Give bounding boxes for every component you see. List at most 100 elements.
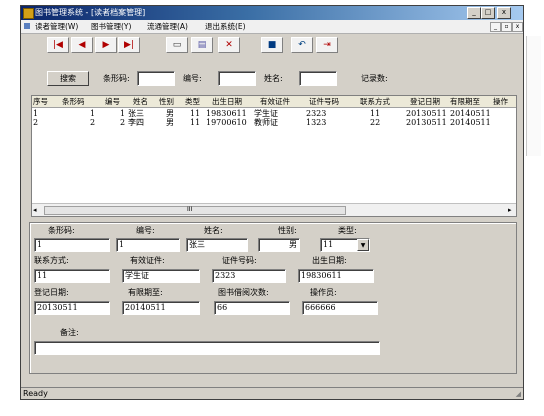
contact-field[interactable]: 11 <box>34 269 110 283</box>
cell-reg-date: 20130511 <box>406 109 447 118</box>
valid-until-field[interactable]: 20140511 <box>122 301 200 315</box>
search-button[interactable]: 搜索 <box>47 71 89 86</box>
type-select-value: 11 <box>323 240 334 249</box>
col-birth[interactable]: 出生日期 <box>212 96 242 107</box>
cell-type: 11 <box>190 118 201 127</box>
toolbar: |◀ ◀ ▶ ▶| ▭ ▤ ✕ ■ ↶ ⇥ <box>21 34 523 56</box>
barcode-label: 条形码: <box>48 226 75 235</box>
borrow-count-field[interactable]: 66 <box>214 301 290 315</box>
col-gender[interactable]: 性别 <box>159 96 174 107</box>
mdi-restore-icon[interactable]: ▫ <box>501 22 512 32</box>
col-number[interactable]: 编号 <box>105 96 120 107</box>
cell-cert-no: 2323 <box>306 109 327 118</box>
last-record-icon[interactable]: ▶| <box>118 37 140 53</box>
gender-label: 性别: <box>278 226 297 235</box>
cell-seq: 2 <box>33 118 39 127</box>
cert-no-field[interactable]: 2323 <box>212 269 286 283</box>
reg-date-label: 登记日期: <box>34 288 69 297</box>
search-barcode-label: 条形码: <box>103 74 130 83</box>
close-icon[interactable]: x <box>497 7 511 19</box>
cell-birth: 19700610 <box>206 118 247 127</box>
edit-icon[interactable]: ▤ <box>191 37 213 53</box>
resize-grip-icon[interactable]: ◢ <box>516 388 521 400</box>
col-seq[interactable]: 序号 <box>33 96 48 107</box>
operator-field[interactable]: 666666 <box>302 301 378 315</box>
cell-name: 张三 <box>128 109 144 118</box>
cert-field[interactable]: 学生证 <box>122 269 200 283</box>
col-cert[interactable]: 有效证件 <box>260 96 290 107</box>
cert-label: 有效证件: <box>130 256 165 265</box>
remark-label: 备注: <box>60 328 79 337</box>
operator-label: 操作员: <box>310 288 337 297</box>
save-icon[interactable]: ■ <box>261 37 283 53</box>
menu-bar: 读者管理(W) 图书管理(Y) 流通管理(A) 退出系统(E) _ ▫ x <box>21 20 523 34</box>
horizontal-scrollbar[interactable]: ◂ III ▸ <box>32 203 516 216</box>
menu-exit[interactable]: 退出系统(E) <box>205 21 246 32</box>
scroll-thumb[interactable]: III <box>44 206 346 215</box>
birth-label: 出生日期: <box>312 256 347 265</box>
menu-reader[interactable]: 读者管理(W) <box>35 21 78 32</box>
search-barcode-input[interactable] <box>137 71 175 86</box>
prev-record-icon[interactable]: ◀ <box>71 37 93 53</box>
delete-icon[interactable]: ✕ <box>218 37 240 53</box>
name-field[interactable]: 张三 <box>186 238 248 252</box>
title-bar[interactable]: 图书管理系统 - [读者档案管理] _ □ x <box>21 6 523 20</box>
col-action[interactable]: 操作 <box>493 96 508 107</box>
reader-table[interactable]: 序号 条形码 编号 姓名 性别 类型 出生日期 有效证件 证件号码 联系方式 登… <box>31 95 517 217</box>
undo-icon[interactable]: ↶ <box>291 37 313 53</box>
record-count-label: 记录数: <box>361 74 388 83</box>
cell-barcode: 2 <box>90 118 96 127</box>
cert-no-label: 证件号码: <box>222 256 257 265</box>
mdi-child-icon <box>24 23 30 29</box>
col-type[interactable]: 类型 <box>185 96 200 107</box>
col-reg-date[interactable]: 登记日期 <box>410 96 440 107</box>
number-field[interactable]: 1 <box>116 238 180 252</box>
app-window: 图书管理系统 - [读者档案管理] _ □ x 读者管理(W) 图书管理(Y) … <box>20 5 524 400</box>
barcode-field[interactable]: 1 <box>34 238 110 252</box>
chevron-down-icon[interactable]: ▼ <box>357 239 369 251</box>
menu-book[interactable]: 图书管理(Y) <box>91 21 131 32</box>
mdi-close-icon[interactable]: x <box>512 22 523 32</box>
birth-field[interactable]: 19830611 <box>298 269 374 283</box>
cell-contact: 22 <box>370 118 381 127</box>
col-contact[interactable]: 联系方式 <box>360 96 390 107</box>
cell-type: 11 <box>190 109 201 118</box>
cell-valid-until: 20140511 <box>450 109 491 118</box>
cell-gender: 男 <box>166 118 174 127</box>
col-barcode[interactable]: 条形码 <box>62 96 85 107</box>
remark-field[interactable] <box>34 341 380 355</box>
col-name[interactable]: 姓名 <box>133 96 148 107</box>
window-title: 图书管理系统 - [读者档案管理] <box>35 8 146 17</box>
cell-number: 2 <box>120 118 126 127</box>
mdi-minimize-icon[interactable]: _ <box>490 22 501 32</box>
col-cert-no[interactable]: 证件号码 <box>309 96 339 107</box>
table-row[interactable]: 1 1 1 张三 男 11 19830611 学生证 2323 11 20130… <box>32 109 516 118</box>
cell-contact: 11 <box>370 109 381 118</box>
table-row[interactable]: 2 2 2 李四 男 11 19700610 教师证 1323 22 20130… <box>32 118 516 127</box>
app-icon <box>23 8 34 19</box>
col-valid-until[interactable]: 有限期至 <box>450 96 480 107</box>
new-icon[interactable]: ▭ <box>166 37 188 53</box>
exit-icon[interactable]: ⇥ <box>316 37 338 53</box>
search-number-input[interactable] <box>218 71 256 86</box>
detail-form: 条形码: 1 编号: 1 姓名: 张三 性别: 男 类型: 11 ▼ 联系方式:… <box>29 222 517 374</box>
borrow-count-label: 图书借阅次数: <box>218 288 269 297</box>
menu-circulation[interactable]: 流通管理(A) <box>147 21 188 32</box>
valid-until-label: 有限期至: <box>128 288 163 297</box>
reg-date-field[interactable]: 20130511 <box>34 301 110 315</box>
search-name-input[interactable] <box>299 71 337 86</box>
type-select[interactable]: 11 ▼ <box>320 238 370 252</box>
number-label: 编号: <box>136 226 155 235</box>
cell-cert-no: 1323 <box>306 118 327 127</box>
cell-number: 1 <box>120 109 126 118</box>
cell-cert: 学生证 <box>254 109 278 118</box>
minimize-icon[interactable]: _ <box>467 7 481 19</box>
scroll-right-icon[interactable]: ▸ <box>508 205 512 215</box>
type-label: 类型: <box>338 226 357 235</box>
first-record-icon[interactable]: |◀ <box>47 37 69 53</box>
gender-field[interactable]: 男 <box>258 238 300 252</box>
next-record-icon[interactable]: ▶ <box>95 37 117 53</box>
maximize-icon[interactable]: □ <box>481 7 495 19</box>
cell-valid-until: 20140511 <box>450 118 491 127</box>
scroll-left-icon[interactable]: ◂ <box>33 205 37 215</box>
